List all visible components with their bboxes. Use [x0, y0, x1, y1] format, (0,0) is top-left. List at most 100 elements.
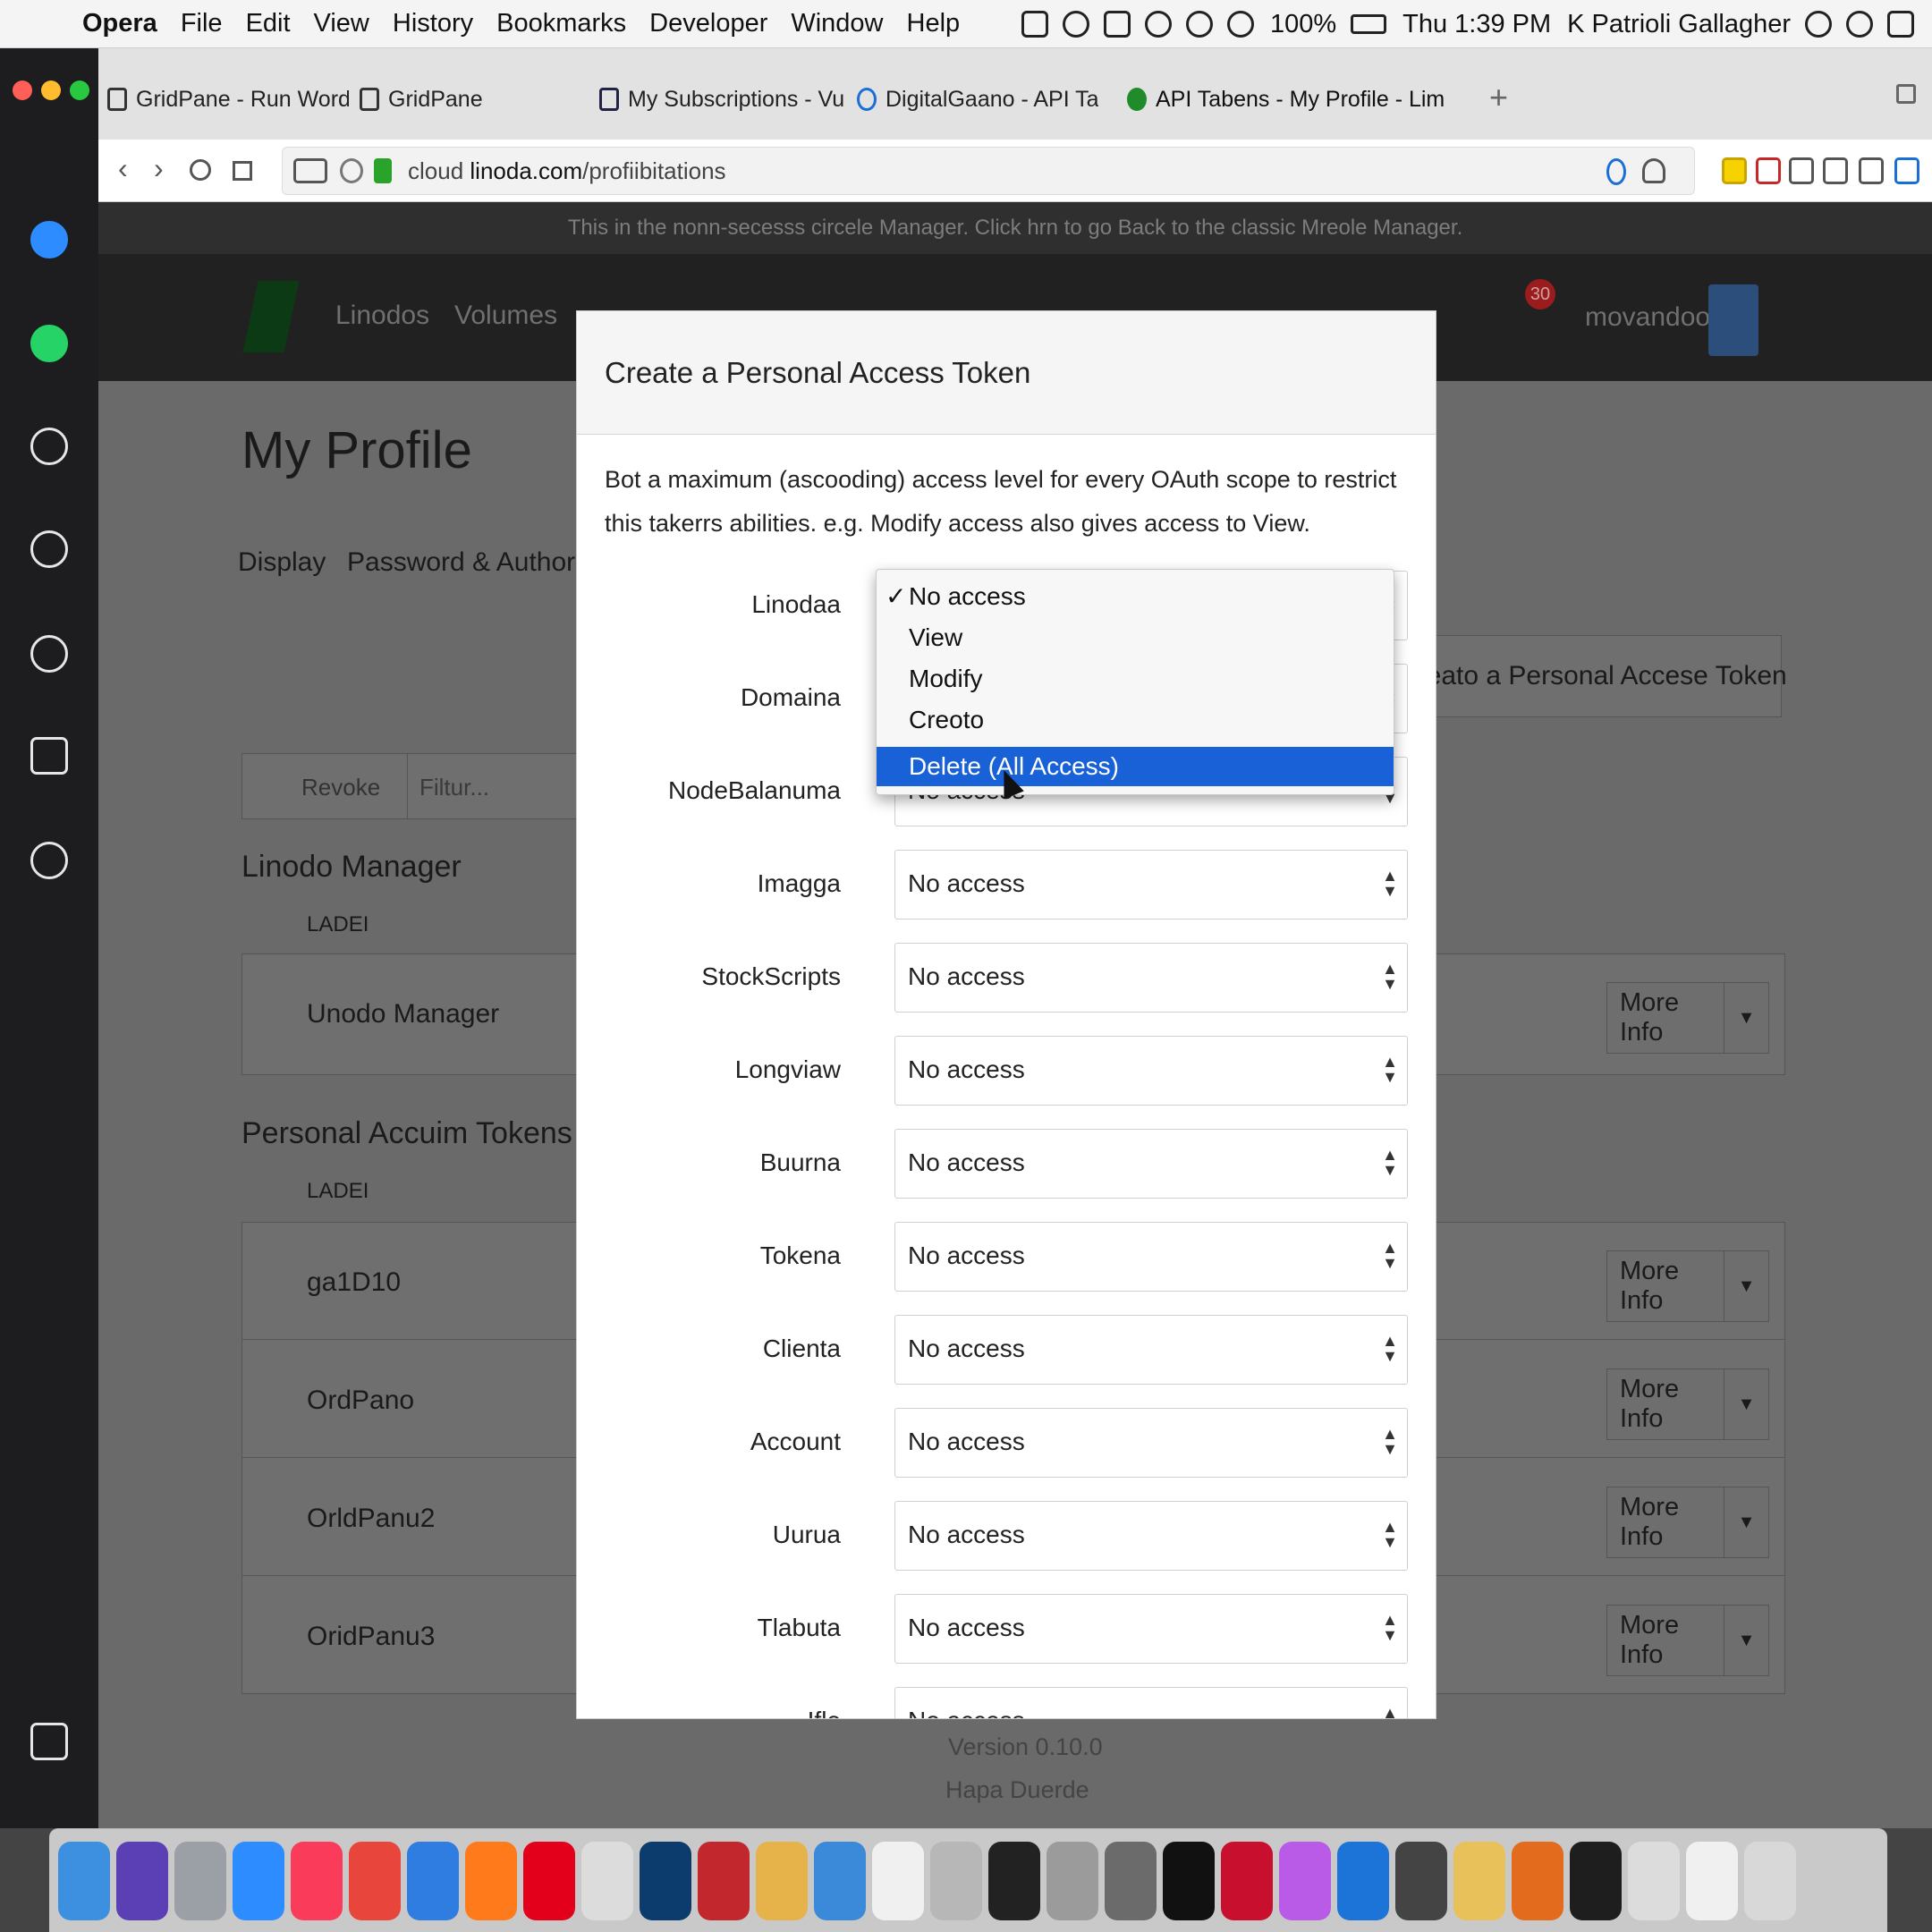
scope-access-select[interactable]: No access ▲▼	[894, 1687, 1408, 1718]
address-field[interactable]: cloud linoda.com/profiibitations	[282, 147, 1695, 195]
status-shield-icon[interactable]	[1062, 11, 1089, 38]
reload-icon[interactable]	[190, 159, 211, 181]
menu-app-name[interactable]: Opera	[82, 9, 157, 38]
bookmark-heart-icon[interactable]	[1642, 158, 1665, 183]
dock-keychain-icon[interactable]	[930, 1842, 982, 1920]
filter-input[interactable]: Filtur...	[419, 774, 489, 801]
dock-filezilla-icon[interactable]	[698, 1842, 750, 1920]
window-minimize-button[interactable]	[41, 80, 61, 100]
dropdown-option-modify[interactable]: Modify	[877, 659, 1394, 699]
tab-display[interactable]: Display	[238, 547, 326, 578]
scope-access-select[interactable]: No access ▲▼	[894, 1315, 1408, 1385]
dropdown-option-delete-all-access[interactable]: Delete (All Access)	[877, 747, 1394, 786]
menu-history[interactable]: History	[393, 9, 473, 38]
history-clock-icon[interactable]	[30, 842, 68, 879]
extension-yellow-icon[interactable]	[1722, 157, 1747, 184]
spotlight-search-icon[interactable]	[1805, 11, 1832, 38]
caret-down-icon[interactable]: ▼	[1724, 1606, 1768, 1675]
extension-blue-icon[interactable]	[1606, 158, 1626, 185]
dock-finder-icon[interactable]	[58, 1842, 110, 1920]
extension-red-icon[interactable]	[1756, 157, 1781, 184]
more-info-button[interactable]: More Info ▼	[1606, 982, 1769, 1054]
menu-view[interactable]: View	[314, 9, 369, 38]
bluetooth-icon[interactable]	[1185, 11, 1213, 38]
scope-access-select[interactable]: No access ▲▼	[894, 1408, 1408, 1478]
menu-bookmarks[interactable]: Bookmarks	[496, 9, 626, 38]
scope-access-select[interactable]: No access ▲▼	[894, 1501, 1408, 1571]
dock-keynote-icon[interactable]	[814, 1842, 866, 1920]
dock-app-icon[interactable]	[1512, 1842, 1563, 1920]
dock-textedit-icon[interactable]	[872, 1842, 924, 1920]
scope-access-select[interactable]: No access ▲▼	[894, 1036, 1408, 1106]
dock-document-icon[interactable]	[1628, 1842, 1680, 1920]
tab-vultr-subscriptions[interactable]: My Subscriptions - Vultrats1	[599, 77, 845, 122]
dock-app-icon[interactable]	[1163, 1842, 1215, 1920]
caret-down-icon[interactable]: ▼	[1724, 983, 1768, 1053]
nav-volumes[interactable]: Volumes	[454, 301, 557, 331]
url-text[interactable]: cloud linoda.com/profiibitations	[408, 157, 726, 185]
speed-dial-grid-icon[interactable]	[233, 161, 252, 181]
status-timer-icon[interactable]	[1144, 11, 1172, 38]
scope-access-select[interactable]: No access ▲▼	[894, 1129, 1408, 1199]
dock-trash-icon[interactable]	[1744, 1842, 1796, 1920]
dock-app-store-icon[interactable]	[233, 1842, 284, 1920]
snapshot-icon[interactable]	[30, 737, 68, 775]
vk-icon[interactable]	[30, 530, 68, 568]
more-info-button[interactable]: More Info ▼	[1606, 1487, 1769, 1558]
scope-access-select[interactable]: No access ▲▼	[894, 943, 1408, 1013]
dock-siri-icon[interactable]	[116, 1842, 168, 1920]
notification-badge[interactable]: 30	[1525, 279, 1555, 309]
extension-n-icon[interactable]	[1789, 157, 1814, 184]
wifi-icon[interactable]	[1226, 11, 1254, 38]
dock-photoshop-icon[interactable]	[640, 1842, 691, 1920]
help-link[interactable]: Hapa Duerde	[945, 1776, 1089, 1804]
dock-app-icon[interactable]	[1221, 1842, 1273, 1920]
caret-down-icon[interactable]: ▼	[1724, 1369, 1768, 1439]
dock-lynda-icon[interactable]	[1395, 1842, 1447, 1920]
tab-linode-api-tokens[interactable]: API Tabens - My Profile - Lim	[1127, 77, 1471, 122]
download-icon[interactable]	[1859, 157, 1884, 184]
dock-sequel-icon[interactable]	[1453, 1842, 1505, 1920]
forward-chevron-icon[interactable]: ›	[154, 152, 164, 185]
notification-center-icon[interactable]	[1887, 11, 1914, 38]
back-chevron-icon[interactable]: ‹	[118, 152, 128, 185]
more-info-button[interactable]: More Info ▼	[1606, 1250, 1769, 1322]
battery-icon[interactable]	[1351, 14, 1387, 34]
nav-linodes[interactable]: Linodos	[335, 301, 429, 331]
apple-icon[interactable]	[27, 7, 61, 41]
scope-access-select[interactable]: No access ▲▼	[894, 1594, 1408, 1664]
clock[interactable]: Thu 1:39 PM	[1402, 10, 1551, 39]
revoke-button[interactable]: Revoke	[301, 774, 380, 801]
window-zoom-button[interactable]	[70, 80, 89, 100]
dock-notes-icon[interactable]	[1105, 1842, 1157, 1920]
linode-logo-icon[interactable]	[242, 281, 300, 352]
dock-preview-icon[interactable]	[756, 1842, 808, 1920]
user-name[interactable]: K Patrioli Gallagher	[1567, 10, 1791, 39]
tab-digitalocean-api[interactable]: DigitalGaano - API Tabens	[857, 77, 1098, 122]
siri-icon[interactable]	[1846, 11, 1873, 38]
dock-chrome-icon[interactable]	[349, 1842, 401, 1920]
share-icon[interactable]	[1823, 157, 1848, 184]
dock-opera-icon[interactable]	[523, 1842, 575, 1920]
speed-dial-icon[interactable]	[30, 428, 68, 465]
dropdown-option-view[interactable]: View	[877, 618, 1394, 657]
dock-terminal-icon[interactable]	[988, 1842, 1040, 1920]
pen-icon[interactable]	[340, 158, 363, 183]
access-level-dropdown[interactable]: ✓ No access View Modify Creoto Delete (Al…	[876, 569, 1394, 795]
window-close-button[interactable]	[13, 80, 32, 100]
sidebar-toggle-icon[interactable]	[30, 1723, 68, 1760]
more-info-button[interactable]: More Info ▼	[1606, 1605, 1769, 1676]
nav-username[interactable]: movandoo	[1585, 302, 1710, 333]
power-logout-icon[interactable]	[1708, 284, 1758, 356]
dock-flower-icon[interactable]	[1279, 1842, 1331, 1920]
dock-document-icon[interactable]	[1686, 1842, 1738, 1920]
menu-window[interactable]: Window	[791, 9, 883, 38]
menu-developer[interactable]: Developer	[649, 9, 767, 38]
dropdown-option-no-access[interactable]: ✓ No access	[877, 577, 1394, 616]
scope-access-select[interactable]: No access ▲▼	[894, 1222, 1408, 1292]
menu-help[interactable]: Help	[907, 9, 961, 38]
dock-calendar-icon[interactable]	[581, 1842, 633, 1920]
menu-file[interactable]: File	[181, 9, 223, 38]
more-info-button[interactable]: More Info ▼	[1606, 1368, 1769, 1440]
heart-icon[interactable]	[30, 635, 68, 673]
